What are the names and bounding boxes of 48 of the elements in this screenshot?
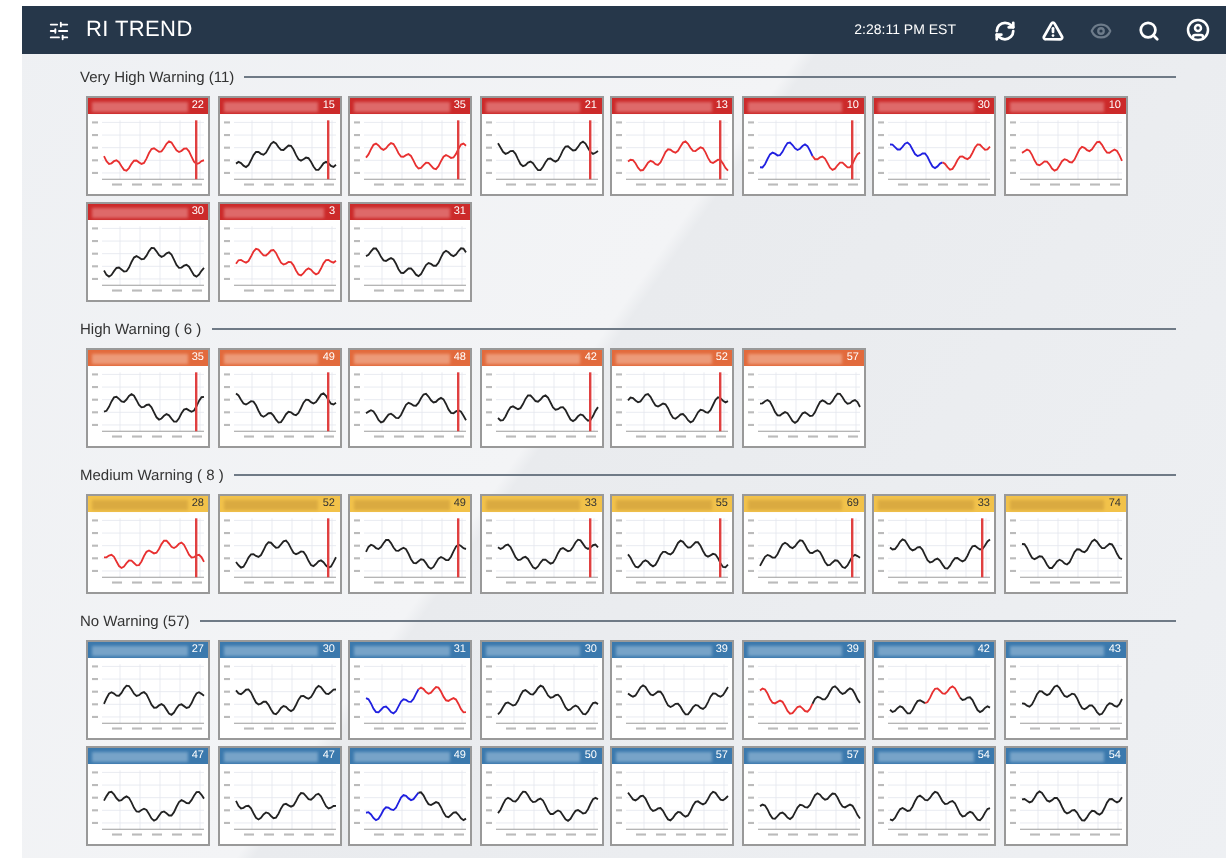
- search-icon[interactable]: [1138, 19, 1160, 41]
- redacted-name: [354, 101, 450, 111]
- redacted-name: [92, 499, 188, 509]
- redacted-name: [1009, 101, 1105, 111]
- redacted-name: [878, 751, 974, 761]
- redacted-name: [223, 101, 319, 111]
- redacted-name: [223, 751, 319, 761]
- redacted-name: [616, 499, 712, 509]
- redacted-name: [747, 499, 843, 509]
- redacted-name: [485, 751, 581, 761]
- user-icon[interactable]: [1186, 18, 1210, 42]
- redacted-name: [223, 499, 319, 509]
- redacted-name: [485, 645, 581, 655]
- redacted-name: [485, 499, 581, 509]
- refresh-icon[interactable]: [994, 19, 1016, 41]
- app-title: RI TREND: [86, 18, 195, 42]
- redacted-name: [747, 645, 843, 655]
- redacted-name: [1009, 751, 1105, 761]
- redacted-name: [92, 645, 188, 655]
- redacted-name: [92, 353, 188, 363]
- redacted-name: [223, 207, 325, 217]
- redacted-name: [485, 101, 581, 111]
- redacted-name: [747, 751, 843, 761]
- redacted-name: [354, 751, 450, 761]
- redacted-name: [354, 207, 450, 217]
- redacted-name: [223, 353, 319, 363]
- warning-icon[interactable]: [1042, 19, 1064, 41]
- redacted-name: [1009, 645, 1105, 655]
- redacted-name: [747, 101, 843, 111]
- sliders-icon[interactable]: [48, 19, 70, 41]
- redacted-name: [616, 645, 712, 655]
- redacted-name: [616, 751, 712, 761]
- redacted-name: [354, 499, 450, 509]
- redacted-name: [616, 353, 712, 363]
- redacted-name: [92, 207, 188, 217]
- redacted-name: [354, 645, 450, 655]
- redacted-name: [878, 101, 974, 111]
- redacted-name: [878, 645, 974, 655]
- redacted-name: [92, 101, 188, 111]
- eye-icon[interactable]: [1090, 19, 1112, 41]
- redacted-name: [616, 101, 712, 111]
- redacted-name: [747, 353, 843, 363]
- redacted-name: [485, 353, 581, 363]
- redacted-name: [878, 499, 974, 509]
- redacted-name: [354, 353, 450, 363]
- redacted-name: [223, 645, 319, 655]
- redacted-name: [92, 751, 188, 761]
- redacted-name: [1009, 499, 1105, 509]
